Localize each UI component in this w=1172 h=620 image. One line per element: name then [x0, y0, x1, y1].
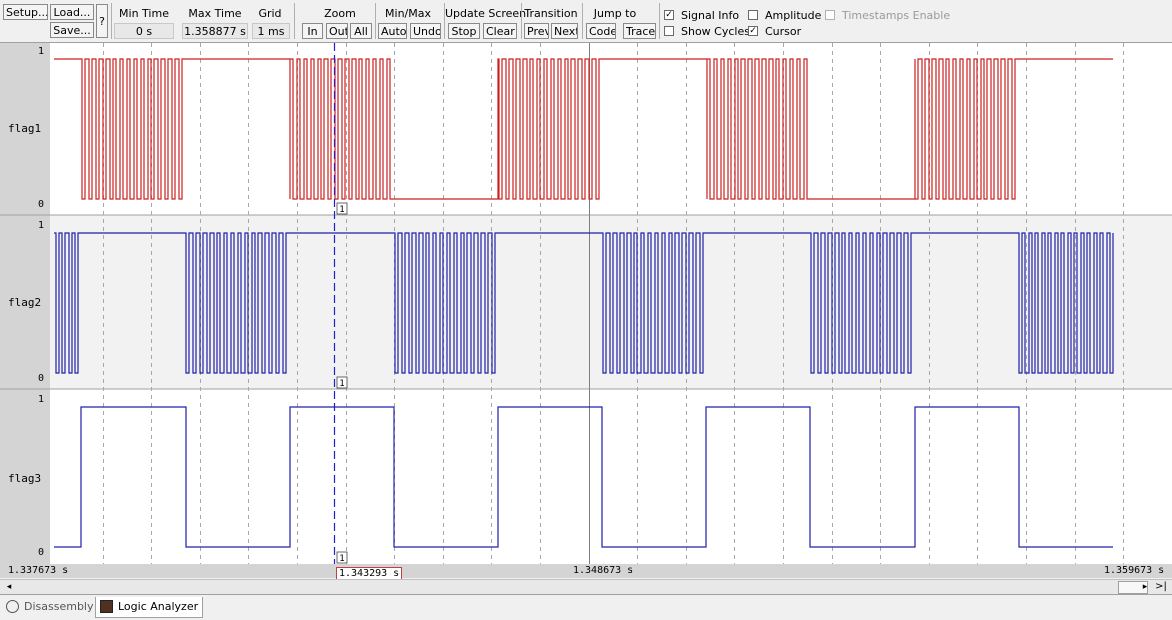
horizontal-scrollbar[interactable]: ◂ ▸ >| [0, 579, 1172, 594]
scroll-end-button[interactable]: >| [1154, 581, 1168, 593]
flag3-waveform [54, 406, 1113, 548]
transition-prev-button[interactable]: Prev [524, 23, 549, 39]
timestamps-enable-checkbox[interactable] [825, 10, 835, 20]
stop-button[interactable]: Stop [448, 23, 480, 39]
flag1-high-label: 1 [38, 46, 45, 57]
signal-info-checkbox[interactable]: ✓ [664, 10, 674, 20]
waveform-canvas[interactable]: 1 1 1 [0, 43, 1172, 564]
bottom-tabs: Disassembly Logic Analyzer [0, 594, 1172, 620]
update-screen-title: Update Screen [445, 7, 527, 20]
time-start-label: 1.337673 s [8, 565, 69, 576]
jump-to-title: Jump to [593, 7, 637, 20]
grid-title: Grid [258, 7, 282, 20]
waveform-area[interactable]: 1 1 1 flag1 1 0 flag2 1 0 flag3 1 0 [0, 43, 1172, 564]
scroll-right-arrow-icon[interactable]: ▸ [1138, 581, 1152, 593]
cursor-marker-label: 1 [339, 554, 344, 564]
minmax-auto-button[interactable]: Auto [378, 23, 407, 39]
cursor-checkbox[interactable]: ✓ [748, 26, 758, 36]
transition-title: Transition [524, 7, 578, 20]
zoom-out-button[interactable]: Out [326, 23, 348, 39]
signal-name-flag3[interactable]: flag3 [8, 472, 41, 485]
transition-next-button[interactable]: Next [551, 23, 578, 39]
tab-disassembly-label: Disassembly [24, 600, 94, 613]
time-end-label: 1.359673 s [1104, 565, 1165, 576]
clear-button[interactable]: Clear [483, 23, 517, 39]
minmax-title: Min/Max [385, 7, 431, 20]
flag3-high-label: 1 [38, 394, 45, 405]
cursor-label: Cursor [765, 25, 802, 38]
flag2-row-band [50, 215, 1172, 389]
minmax-undo-button[interactable]: Undo [410, 23, 441, 39]
separator [294, 3, 295, 39]
flag3-low-label: 0 [38, 547, 45, 558]
min-time-value: 0 s [114, 23, 174, 39]
zoom-all-button[interactable]: All [350, 23, 372, 39]
tab-disassembly[interactable]: Disassembly [2, 597, 98, 617]
help-button[interactable]: ? [96, 4, 108, 38]
disassembly-icon [6, 600, 19, 613]
zoom-in-button[interactable]: In [302, 23, 323, 39]
scroll-left-arrow-icon[interactable]: ◂ [2, 581, 16, 593]
amplitude-label: Amplitude [765, 9, 822, 22]
logic-analyzer-icon [100, 600, 113, 613]
tab-logic-analyzer-label: Logic Analyzer [118, 600, 199, 613]
grid-value: 1 ms [252, 23, 290, 39]
min-time-title: Min Time [119, 7, 169, 20]
zoom-title: Zoom [324, 7, 356, 20]
signal-name-flag1[interactable]: flag1 [8, 122, 41, 135]
setup-button[interactable]: Setup... [3, 4, 48, 20]
flag2-low-label: 0 [38, 373, 45, 384]
cursor-marker-label: 1 [339, 379, 344, 389]
max-time-value: 1.358877 s [182, 23, 248, 39]
separator [659, 3, 660, 39]
flag1-waveform [54, 58, 1113, 200]
save-button[interactable]: Save... [50, 22, 94, 38]
max-time-title: Max Time [188, 7, 242, 20]
jump-trace-button[interactable]: Trace [623, 23, 656, 39]
time-middle-label: 1.348673 s [573, 565, 634, 576]
show-cycles-label: Show Cycles [681, 25, 750, 38]
time-axis: 1.337673 s 1.348673 s 1.359673 s [0, 564, 1172, 578]
flag1-low-label: 0 [38, 199, 45, 210]
timestamps-enable-label: Timestamps Enable [842, 9, 951, 22]
show-cycles-checkbox[interactable] [664, 26, 674, 36]
amplitude-checkbox[interactable] [748, 10, 758, 20]
cursor-marker-label: 1 [339, 205, 344, 215]
jump-code-button[interactable]: Code [586, 23, 616, 39]
toolbar: Setup... Load... Save... ? Min Time 0 s … [0, 0, 1172, 43]
flag2-high-label: 1 [38, 220, 45, 231]
signal-name-flag2[interactable]: flag2 [8, 296, 41, 309]
load-button[interactable]: Load... [50, 4, 94, 20]
tab-logic-analyzer[interactable]: Logic Analyzer [95, 597, 204, 618]
signal-info-label: Signal Info [681, 9, 740, 22]
